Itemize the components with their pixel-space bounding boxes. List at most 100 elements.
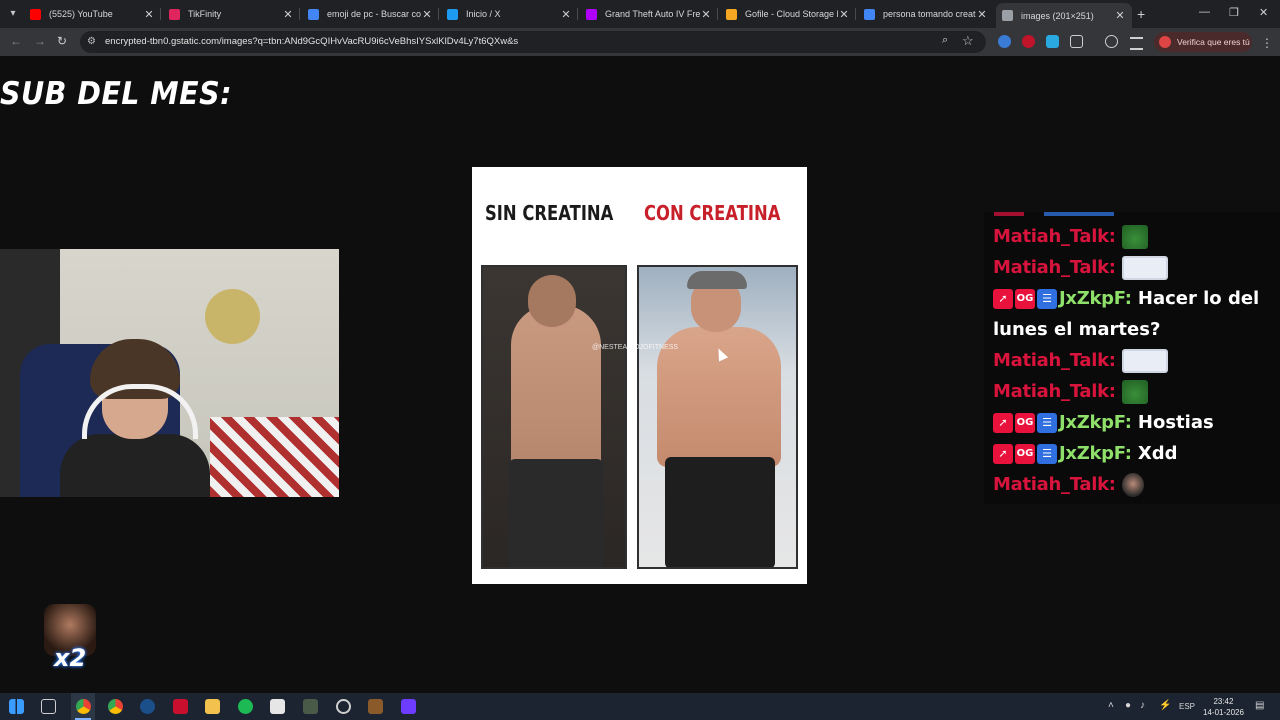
browser-tab[interactable]: persona tomando creatin ✕ (858, 3, 994, 25)
window-close-icon[interactable]: ✕ (1259, 6, 1268, 19)
extension-icon[interactable] (998, 35, 1011, 48)
tab-close-icon[interactable]: ✕ (700, 8, 712, 21)
language-indicator[interactable]: ESP (1179, 702, 1195, 711)
chrome-icon[interactable] (76, 699, 91, 714)
tab-favicon-icon (169, 8, 180, 20)
clock-time: 23:42 (1213, 697, 1234, 706)
tab-close-icon[interactable]: ✕ (560, 8, 572, 21)
extension-icon[interactable] (1046, 35, 1059, 48)
chat-message: Matiah_Talk: (993, 252, 1168, 283)
bookmark-star-icon[interactable]: ☆ (962, 33, 974, 49)
obs-icon[interactable] (336, 699, 351, 714)
sin-creatina-label: SIN CREATINA (485, 201, 614, 225)
chat-text: Hostias (1137, 412, 1214, 433)
network-icon[interactable]: ⚡ (1159, 700, 1171, 711)
chat-overlay: Matiah_Talk: Matiah_Talk: ➚ OG ☰ JxZkpF: Hace… (984, 212, 1280, 504)
chat-message: Matiah_Talk: (993, 376, 1148, 407)
browser-tab[interactable]: Grand Theft Auto IV Free ✕ (580, 3, 718, 25)
frog-emote-icon (1121, 225, 1148, 249)
volume-icon[interactable]: ♪ (1140, 700, 1145, 711)
browser-tab[interactable]: TikFinity ✕ (163, 3, 300, 25)
browser-tab-bar: ▾ (5525) YouTube ✕ TikFinity ✕ emoji de pc -… (0, 0, 1280, 28)
tab-title: emoji de pc - Buscar con (327, 9, 421, 19)
taskbar-clock[interactable]: 23:42 14-01-2026 (1203, 696, 1244, 718)
watermark: @NESTEA.ROJOFITNESS (592, 344, 679, 351)
downloads-icon[interactable] (1105, 35, 1118, 48)
tab-favicon-icon (726, 8, 737, 20)
forward-icon[interactable]: → (34, 34, 46, 48)
tab-favicon-icon (447, 8, 458, 20)
tab-favicon-icon (30, 8, 41, 20)
browser-tab[interactable]: emoji de pc - Buscar con ✕ (302, 3, 439, 25)
tab-close-icon[interactable]: ✕ (421, 8, 433, 21)
con-creatina-label: CON CREATINA (644, 201, 781, 225)
notifications-icon[interactable]: ▤ (1255, 700, 1264, 711)
chat-text: Hacer lo del (1137, 288, 1260, 309)
chat-message: ➚ OG ☰ JxZkpF: Hostias (993, 407, 1214, 438)
chat-message: Matiah_Talk: (993, 469, 1144, 500)
spotify-icon[interactable] (238, 699, 253, 714)
og-badge: OG (1015, 413, 1035, 433)
tab-close-icon[interactable]: ✕ (143, 8, 155, 21)
tab-title: Gofile - Cloud Storage M (745, 9, 838, 19)
tab-close-icon[interactable]: ✕ (1114, 9, 1126, 22)
profile-label: Verifica que eres tú (1177, 37, 1250, 47)
tab-title: images (201×251) (1021, 10, 1094, 21)
notes-icon[interactable] (270, 699, 285, 714)
avatar (1159, 36, 1171, 48)
restore-icon[interactable]: ❐ (1229, 6, 1239, 19)
url-text[interactable]: encrypted-tbn0.gstatic.com/images?q=tbn:… (105, 36, 518, 47)
app-icon[interactable] (303, 699, 318, 714)
show-hidden-icons-icon[interactable]: ˄ (1108, 700, 1114, 711)
chat-text: Xdd (1137, 443, 1178, 464)
microphone-icon[interactable]: ● (1125, 700, 1131, 711)
app-grid-icon[interactable] (401, 699, 416, 714)
task-view-icon[interactable] (41, 699, 56, 714)
app-icon[interactable] (173, 699, 188, 714)
start-icon[interactable] (9, 699, 24, 714)
browser-tab[interactable]: (5525) YouTube ✕ (24, 3, 161, 25)
steam-icon[interactable] (140, 699, 155, 714)
list-badge-icon: ☰ (1037, 289, 1057, 309)
browser-tab[interactable]: Inicio / X ✕ (441, 3, 578, 25)
tab-title: Grand Theft Auto IV Free (605, 9, 700, 19)
reload-icon[interactable]: ↻ (57, 34, 67, 48)
back-icon[interactable]: ← (10, 34, 22, 48)
tab-close-icon[interactable]: ✕ (282, 8, 294, 21)
chat-message: ➚ OG ☰ JxZkpF: Xdd (993, 438, 1178, 469)
file-explorer-icon[interactable] (205, 699, 220, 714)
chat-username: Matiah_Talk: (993, 226, 1116, 247)
tab-title: Inicio / X (466, 9, 501, 19)
chat-message: Matiah_Talk: (993, 345, 1168, 376)
browser-tab[interactable]: images (201×251) ✕ (996, 3, 1132, 28)
tab-close-icon[interactable]: ✕ (976, 8, 988, 21)
tab-favicon-icon (1002, 10, 1013, 21)
profile-verify-button[interactable]: Verifica que eres tú (1154, 32, 1252, 52)
browser-menu-icon[interactable]: ⋮ (1261, 36, 1273, 50)
chat-message: ➚ OG ☰ JxZkpF: Hacer lo del (993, 283, 1259, 314)
site-info-icon[interactable]: ⚙ (87, 36, 99, 48)
chat-username: JxZkpF: (1059, 288, 1132, 309)
tab-search-menu-icon[interactable]: ▾ (4, 5, 22, 23)
chat-username: JxZkpF: (1059, 412, 1132, 433)
list-badge-icon: ☰ (1037, 413, 1057, 433)
reading-list-icon[interactable] (1130, 37, 1143, 50)
new-tab-icon[interactable]: + (1137, 6, 1145, 22)
chat-previous-message-edge (994, 212, 1114, 216)
tab-close-icon[interactable]: ✕ (838, 8, 850, 21)
address-bar[interactable]: ⚙ encrypted-tbn0.gstatic.com/images?q=tb… (80, 31, 986, 53)
minimize-icon[interactable]: — (1199, 6, 1210, 18)
chrome-profile-icon[interactable] (108, 699, 123, 714)
chat-message: Matiah_Talk: (993, 221, 1148, 252)
chat-username: Matiah_Talk: (993, 257, 1116, 278)
extension-icon[interactable] (1022, 35, 1035, 48)
minecraft-icon[interactable] (368, 699, 383, 714)
extensions-puzzle-icon[interactable] (1070, 35, 1083, 48)
tab-favicon-icon (308, 8, 319, 20)
browser-tab[interactable]: Gofile - Cloud Storage M ✕ (720, 3, 856, 25)
tab-title: (5525) YouTube (49, 9, 113, 19)
frog-emote-icon (1121, 380, 1148, 404)
tab-title: TikFinity (188, 9, 222, 19)
multiplier-text: x2 (54, 644, 87, 672)
zoom-icon[interactable]: ⌕ (942, 34, 948, 47)
